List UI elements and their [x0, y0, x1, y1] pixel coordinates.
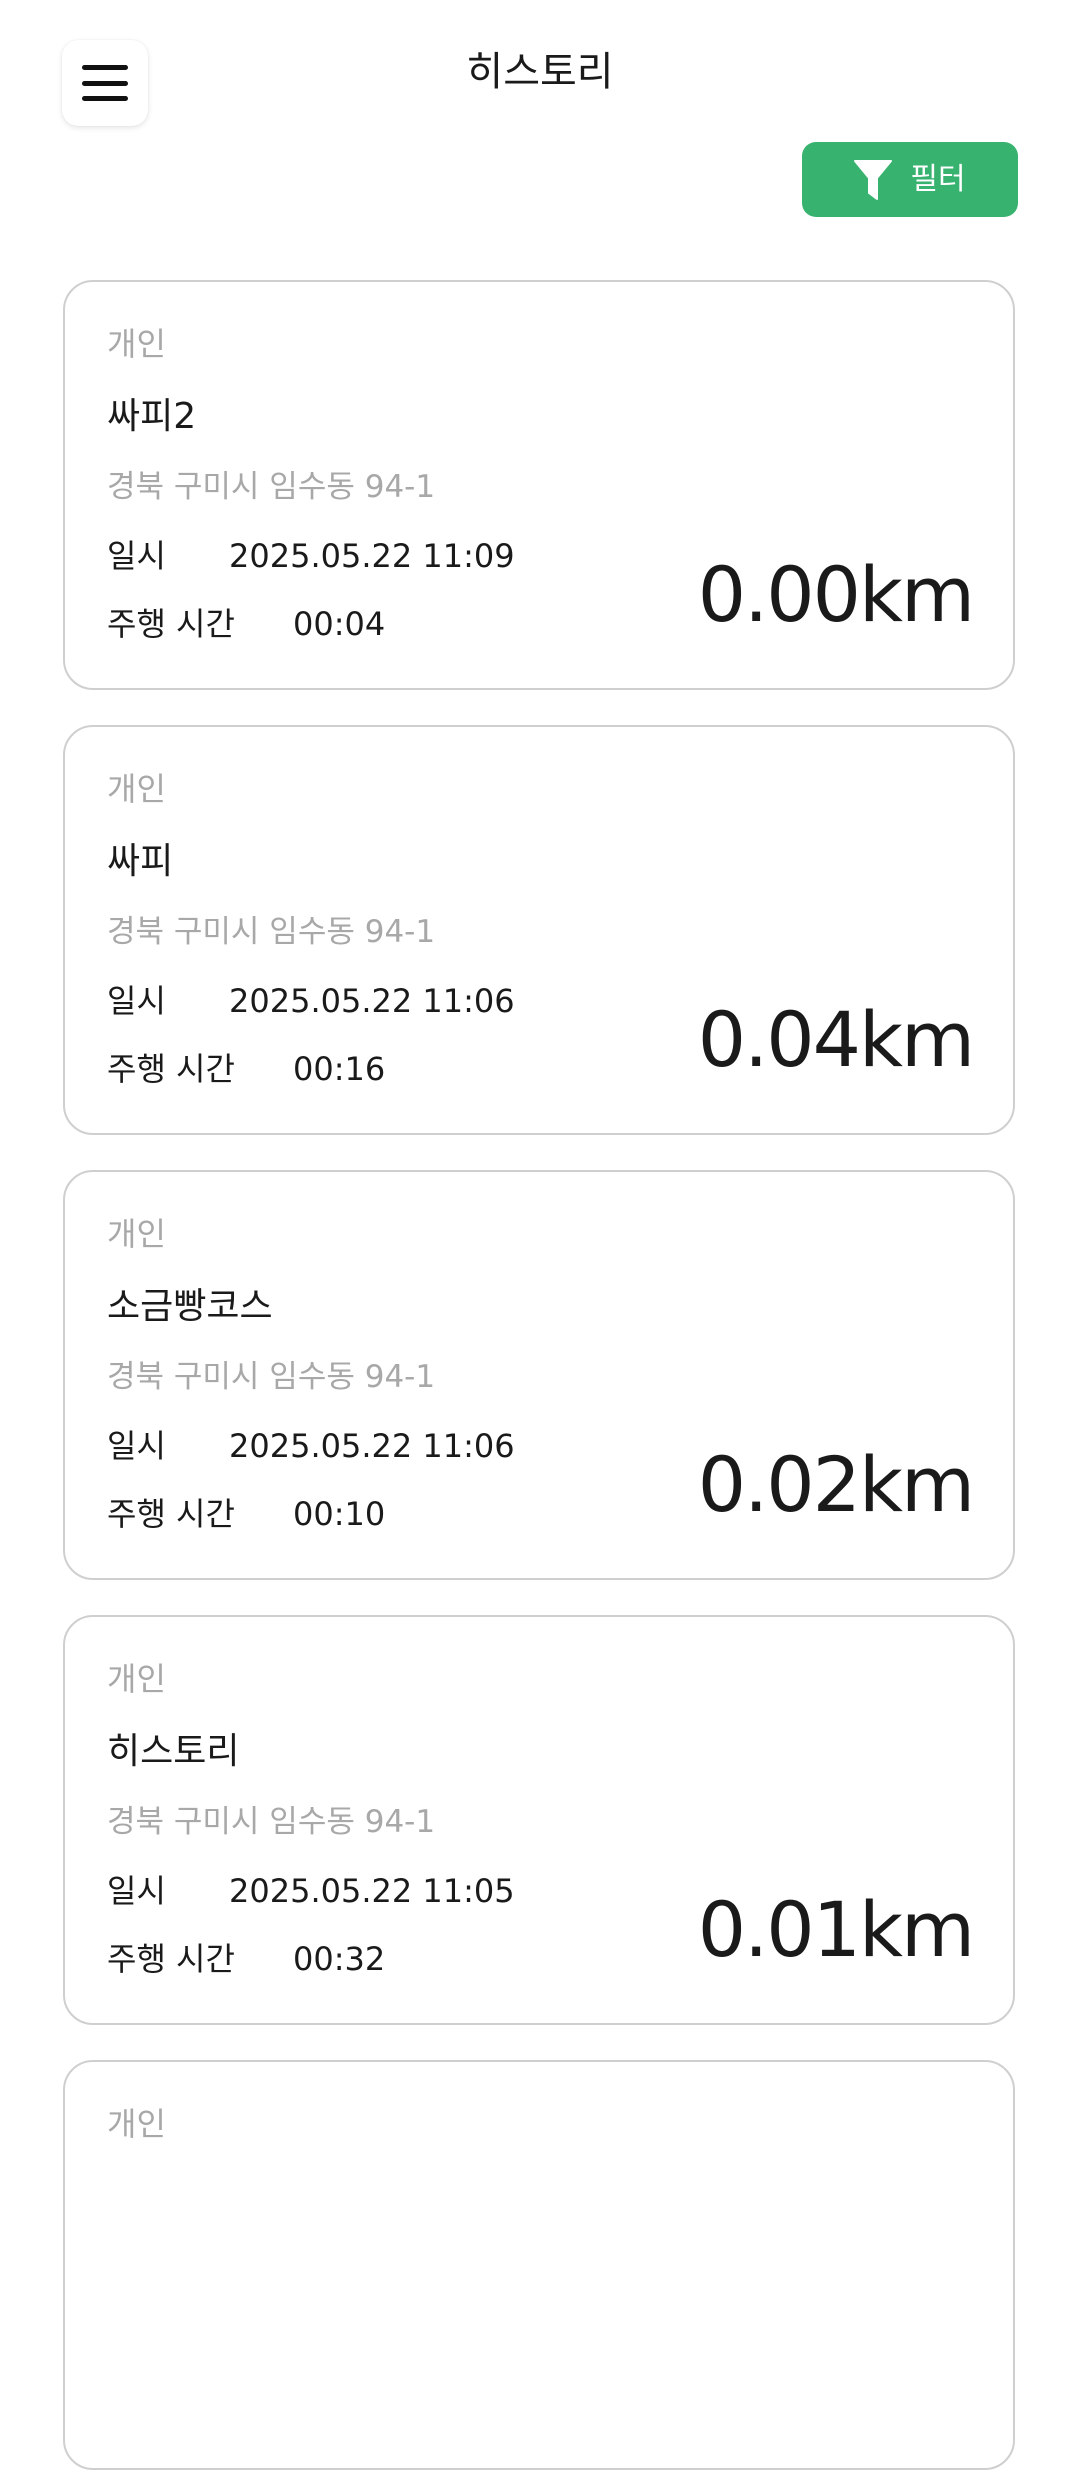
distance-value: 0.01km [697, 1885, 975, 1974]
funnel-icon [854, 159, 893, 200]
date-value: 2025.05.22 11:06 [229, 1427, 515, 1465]
history-card[interactable]: 개인 히스토리 경북 구미시 임수동 94-1 일시 2025.05.22 11… [63, 1615, 1015, 2025]
date-label: 일시 [107, 537, 166, 575]
distance-value: 0.04km [697, 995, 975, 1084]
course-type: 개인 [107, 325, 166, 363]
date-label: 일시 [107, 982, 166, 1020]
date-value: 2025.05.22 11:09 [229, 537, 515, 575]
duration-value: 00:10 [293, 1495, 386, 1533]
duration-label: 주행 시간 [107, 1495, 235, 1533]
history-card[interactable]: 개인 [63, 2060, 1015, 2470]
course-type: 개인 [107, 2105, 166, 2143]
distance-value: 0.00km [697, 550, 975, 639]
duration-label: 주행 시간 [107, 1940, 235, 1978]
date-value: 2025.05.22 11:05 [229, 1872, 515, 1910]
course-address: 경북 구미시 임수동 94-1 [107, 469, 436, 505]
course-name: 싸피2 [107, 396, 197, 437]
date-label: 일시 [107, 1427, 166, 1465]
history-card[interactable]: 개인 싸피2 경북 구미시 임수동 94-1 일시 2025.05.22 11:… [63, 280, 1015, 690]
date-label: 일시 [107, 1872, 166, 1910]
course-name: 히스토리 [107, 1731, 240, 1772]
filter-button[interactable]: 필터 [802, 142, 1018, 217]
history-card[interactable]: 개인 소금빵코스 경북 구미시 임수동 94-1 일시 2025.05.22 1… [63, 1170, 1015, 1580]
course-address: 경북 구미시 임수동 94-1 [107, 1804, 436, 1840]
course-type: 개인 [107, 770, 166, 808]
duration-value: 00:16 [293, 1050, 386, 1088]
course-name: 싸피 [107, 841, 174, 882]
duration-label: 주행 시간 [107, 605, 235, 643]
duration-value: 00:32 [293, 1940, 386, 1978]
history-card[interactable]: 개인 싸피 경북 구미시 임수동 94-1 일시 2025.05.22 11:0… [63, 725, 1015, 1135]
date-value: 2025.05.22 11:06 [229, 982, 515, 1020]
distance-value: 0.02km [697, 1440, 975, 1529]
course-type: 개인 [107, 1215, 166, 1253]
course-type: 개인 [107, 1660, 166, 1698]
course-name: 소금빵코스 [107, 1286, 273, 1327]
filter-label: 필터 [910, 161, 966, 197]
course-address: 경북 구미시 임수동 94-1 [107, 914, 436, 950]
course-address: 경북 구미시 임수동 94-1 [107, 1359, 436, 1395]
duration-value: 00:04 [293, 605, 386, 643]
page-title: 히스토리 [466, 49, 614, 95]
duration-label: 주행 시간 [107, 1050, 235, 1088]
